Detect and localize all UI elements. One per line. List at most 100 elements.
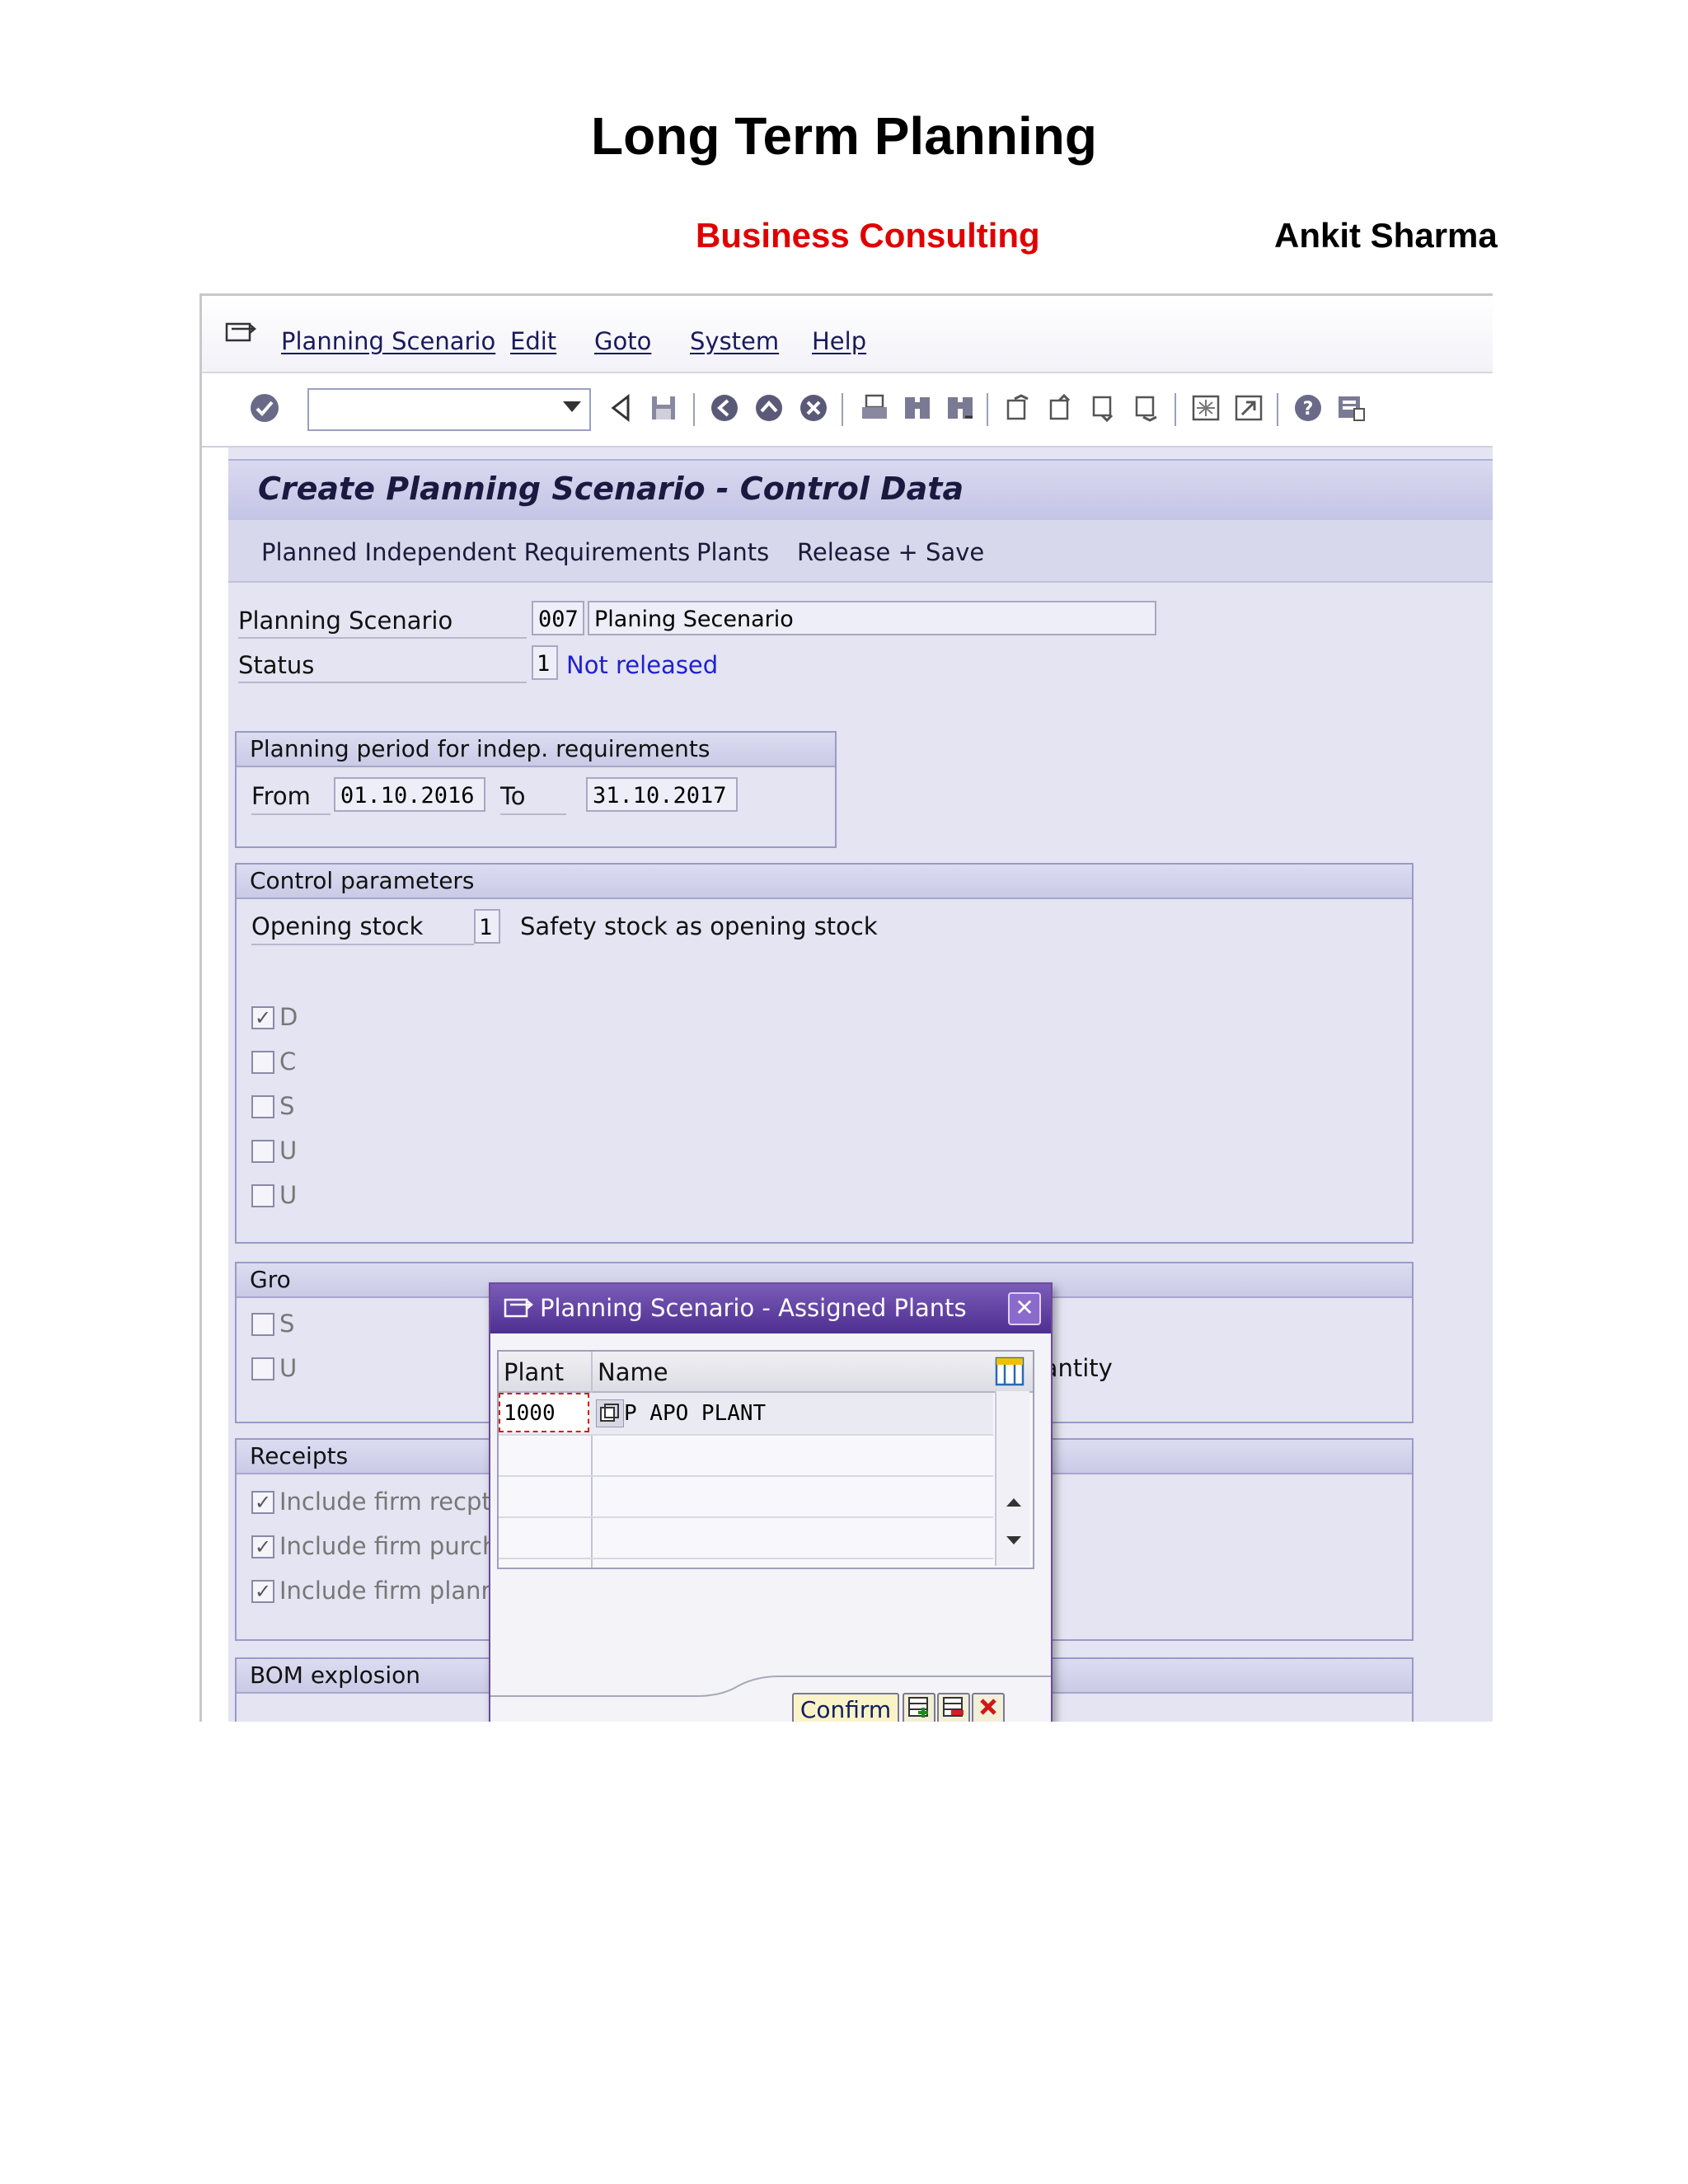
print-icon[interactable]: [858, 391, 891, 424]
toolbar-separator: [842, 393, 843, 426]
gross-checkbox-2[interactable]: [251, 1357, 274, 1380]
include-firm-purchase-requisitions-checkbox[interactable]: ✓: [251, 1535, 274, 1558]
control-checkbox-5-label: U: [279, 1181, 298, 1209]
confirm-button[interactable]: Confirm: [792, 1693, 899, 1722]
help-icon[interactable]: ?: [1292, 391, 1325, 424]
screen-title: Create Planning Scenario - Control Data: [258, 471, 964, 507]
planning-scenario-label: Planning Scenario: [238, 604, 527, 639]
table-row[interactable]: 1000 P APO PLANT: [499, 1393, 993, 1436]
status-label: Status: [238, 649, 527, 683]
shortcut-icon[interactable]: [1232, 391, 1265, 424]
control-checkbox-2[interactable]: [251, 1051, 274, 1074]
plant-cell[interactable]: 1000: [499, 1393, 589, 1432]
back-triangle-icon[interactable]: [604, 391, 637, 424]
find-next-icon[interactable]: [944, 391, 977, 424]
column-name[interactable]: Name: [598, 1358, 668, 1386]
plant-value: 1000: [504, 1401, 556, 1426]
planning-scenario-code-field: 007: [532, 601, 584, 635]
enter-check-icon[interactable]: [248, 391, 281, 424]
screen-title-bar: Create Planning Scenario - Control Data: [228, 459, 1493, 522]
status-text: Not released: [566, 651, 719, 679]
dialog-menu-icon[interactable]: [504, 1296, 533, 1320]
previous-page-icon[interactable]: [1044, 391, 1077, 424]
control-checkbox-4[interactable]: [251, 1140, 274, 1163]
table-scrollbar[interactable]: [995, 1391, 1029, 1566]
control-checkbox-1[interactable]: ✓: [251, 1006, 274, 1029]
opening-stock-text: Safety stock as opening stock: [520, 912, 878, 940]
table-settings-icon[interactable]: [995, 1357, 1025, 1386]
control-checkbox-3-label: S: [279, 1092, 295, 1120]
include-firm-planned-orders-checkbox[interactable]: ✓: [251, 1580, 274, 1603]
scroll-up-icon[interactable]: [1006, 1498, 1021, 1507]
gross-checkbox-1[interactable]: [251, 1313, 274, 1336]
table-row-empty[interactable]: [499, 1434, 993, 1477]
opening-stock-label: Opening stock: [251, 909, 474, 945]
control-checkbox-4-label: U: [279, 1137, 298, 1165]
table-row-empty[interactable]: [499, 1516, 993, 1559]
toolbar-separator: [693, 393, 695, 426]
standard-toolbar: ?: [202, 373, 1493, 448]
exit-icon[interactable]: [753, 391, 785, 424]
application-toolbar: Planned Independent Requirements Plants …: [228, 520, 1493, 583]
menu-system[interactable]: System: [690, 327, 779, 355]
table-row-empty[interactable]: [499, 1475, 993, 1518]
planning-scenario-name-field[interactable]: Planing Secenario: [588, 601, 1156, 635]
menu-goto[interactable]: Goto: [594, 327, 651, 355]
to-date-field[interactable]: 31.10.2017: [586, 777, 738, 812]
sap-window: Planning Scenario Edit Goto System Help: [199, 293, 1493, 1722]
plants-table: Plant Name 1000 P APO PLANT: [497, 1350, 1034, 1569]
system-menu-icon[interactable]: [225, 321, 256, 345]
delete-row-icon[interactable]: [937, 1693, 970, 1722]
control-parameters-header: Control parameters: [237, 865, 1412, 899]
include-firm-recpts-label: Include firm recpts: [279, 1488, 504, 1516]
insert-row-icon[interactable]: [903, 1693, 935, 1722]
company-subtitle: Business Consulting: [696, 216, 1040, 255]
menu-help[interactable]: Help: [812, 327, 866, 355]
menu-edit[interactable]: Edit: [510, 327, 556, 355]
from-label: From: [251, 779, 331, 815]
dialog-title: Planning Scenario - Assigned Plants: [540, 1294, 967, 1322]
cancel-icon[interactable]: [797, 391, 830, 424]
customize-layout-icon[interactable]: [1334, 391, 1367, 424]
planned-independent-requirements-button[interactable]: Planned Independent Requirements: [261, 538, 690, 566]
table-header: Plant Name: [499, 1352, 1033, 1393]
menu-planning-scenario[interactable]: Planning Scenario: [281, 327, 495, 355]
new-session-icon[interactable]: [1189, 391, 1222, 424]
find-icon[interactable]: [901, 391, 934, 424]
plants-button[interactable]: Plants: [696, 538, 769, 566]
control-checkbox-5[interactable]: [251, 1184, 274, 1207]
status-code-field: 1: [532, 645, 558, 680]
column-plant[interactable]: Plant: [504, 1358, 564, 1386]
include-firm-recpts-checkbox[interactable]: ✓: [251, 1491, 274, 1514]
svg-text:?: ?: [1303, 399, 1314, 419]
close-icon[interactable]: ✕: [1008, 1292, 1041, 1325]
release-save-button[interactable]: Release + Save: [797, 538, 984, 566]
menu-bar: Planning Scenario Edit Goto System Help: [202, 296, 1493, 373]
save-icon[interactable]: [647, 391, 680, 424]
back-icon[interactable]: [708, 391, 741, 424]
author-name: Ankit Sharma: [1274, 216, 1498, 255]
to-label: To: [500, 779, 566, 815]
toolbar-separator: [987, 393, 988, 426]
opening-stock-code-field[interactable]: 1: [474, 909, 500, 944]
toolbar-separator: [1277, 393, 1278, 426]
next-page-icon[interactable]: [1087, 391, 1120, 424]
cancel-x-icon[interactable]: [972, 1693, 1005, 1722]
planning-period-header: Planning period for indep. requirements: [237, 733, 835, 767]
control-checkbox-2-label: C: [279, 1047, 297, 1076]
dialog-title-bar[interactable]: Planning Scenario - Assigned Plants ✕: [490, 1284, 1051, 1333]
chevron-down-icon[interactable]: [563, 401, 581, 412]
scroll-down-icon[interactable]: [1006, 1536, 1021, 1544]
planning-period-group: Planning period for indep. requirements …: [235, 731, 837, 848]
control-checkbox-1-label: D: [279, 1003, 298, 1031]
toolbar-separator: [1175, 393, 1176, 426]
from-date-field[interactable]: 01.10.2016: [334, 777, 485, 812]
command-field[interactable]: [307, 388, 591, 431]
value-help-icon[interactable]: [596, 1399, 624, 1427]
plant-name-value: P APO PLANT: [624, 1401, 767, 1426]
control-checkbox-3[interactable]: [251, 1095, 274, 1118]
assigned-plants-dialog: Planning Scenario - Assigned Plants ✕ Pl…: [489, 1282, 1053, 1722]
first-page-icon[interactable]: [1001, 391, 1034, 424]
last-page-icon[interactable]: [1130, 391, 1163, 424]
gross-checkbox-2-label: U: [279, 1354, 298, 1382]
